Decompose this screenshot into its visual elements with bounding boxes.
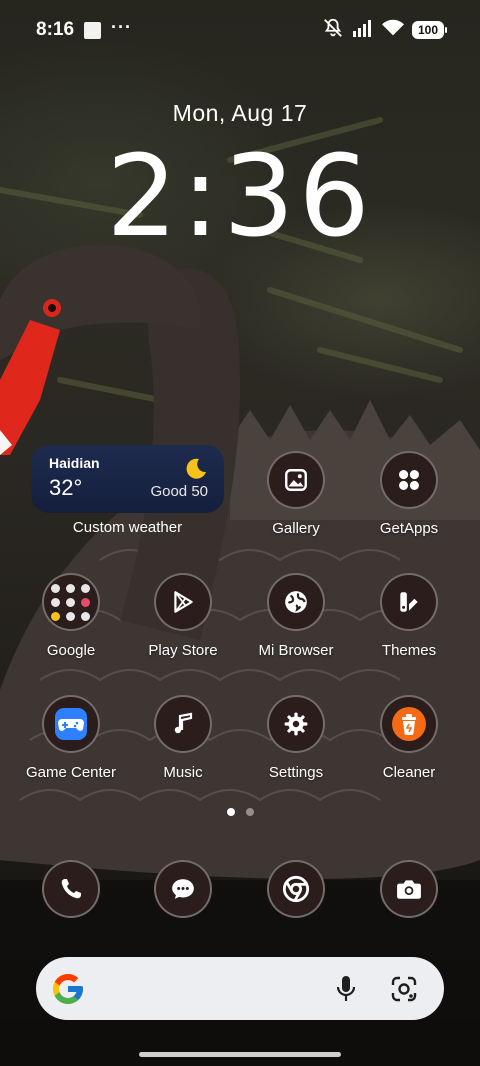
notification-icon xyxy=(84,21,102,39)
weather-air-quality: Good 50 xyxy=(150,483,208,500)
phone-icon xyxy=(42,860,100,918)
app-settings[interactable]: Settings xyxy=(241,695,351,781)
app-play-store[interactable]: Play Store xyxy=(128,573,238,659)
microphone-icon[interactable] xyxy=(326,969,366,1009)
app-getapps[interactable]: GetApps xyxy=(354,451,464,537)
weather-city: Haidian xyxy=(49,455,100,471)
cleaner-icon xyxy=(380,695,438,753)
status-bar: 8:16 ··· 100 xyxy=(0,0,480,60)
camera-icon xyxy=(380,860,438,918)
page-dot-1[interactable] xyxy=(226,808,235,816)
app-game-center[interactable]: Game Center xyxy=(16,695,126,781)
clock-text[interactable]: 2:36 xyxy=(0,132,480,262)
moon-icon xyxy=(184,457,208,486)
folder-icon xyxy=(42,573,100,631)
app-music[interactable]: Music xyxy=(128,695,238,781)
app-label: GetApps xyxy=(379,520,439,537)
dock-chrome[interactable] xyxy=(241,860,351,918)
mute-icon xyxy=(322,17,344,44)
play-store-icon xyxy=(154,573,212,631)
page-dot-2[interactable] xyxy=(245,808,254,816)
more-notifications: ··· xyxy=(111,16,133,37)
chrome-icon xyxy=(267,860,325,918)
game-center-icon xyxy=(42,695,100,753)
battery-icon: 100 xyxy=(412,21,447,39)
date-text[interactable]: Mon, Aug 17 xyxy=(0,100,480,127)
themes-icon xyxy=(380,573,438,631)
dock-phone[interactable] xyxy=(16,860,126,918)
app-mi-browser[interactable]: Mi Browser xyxy=(241,573,351,659)
getapps-icon xyxy=(380,451,438,509)
chat-icon xyxy=(154,860,212,918)
home-indicator[interactable] xyxy=(139,1052,341,1057)
folder-google[interactable]: Google xyxy=(16,573,126,659)
gear-icon xyxy=(267,695,325,753)
app-label: Themes xyxy=(381,642,437,659)
page-indicator[interactable] xyxy=(0,808,480,816)
app-gallery[interactable]: Gallery xyxy=(241,451,351,537)
app-label: Game Center xyxy=(25,764,117,781)
app-label: Music xyxy=(163,764,203,781)
dock-messages[interactable] xyxy=(128,860,238,918)
google-search-bar[interactable] xyxy=(36,957,444,1020)
google-lens-icon[interactable] xyxy=(384,969,424,1009)
globe-icon xyxy=(267,573,325,631)
signal-icon xyxy=(352,18,374,43)
gallery-icon xyxy=(267,451,325,509)
dock-camera[interactable] xyxy=(354,860,464,918)
weather-widget-label: Custom weather xyxy=(72,519,183,536)
app-label: Mi Browser xyxy=(258,642,334,659)
app-label: Cleaner xyxy=(382,764,436,781)
weather-widget[interactable]: Haidian 32° Good 50 xyxy=(31,445,224,513)
google-logo-icon[interactable] xyxy=(50,971,86,1007)
app-label: Gallery xyxy=(272,520,320,537)
status-time: 8:16 xyxy=(36,19,75,40)
app-label: Play Store xyxy=(148,642,218,659)
app-label: Settings xyxy=(268,764,324,781)
app-cleaner[interactable]: Cleaner xyxy=(354,695,464,781)
music-note-icon xyxy=(154,695,212,753)
app-label: Google xyxy=(46,642,96,659)
app-themes[interactable]: Themes xyxy=(354,573,464,659)
wifi-icon xyxy=(382,19,404,42)
